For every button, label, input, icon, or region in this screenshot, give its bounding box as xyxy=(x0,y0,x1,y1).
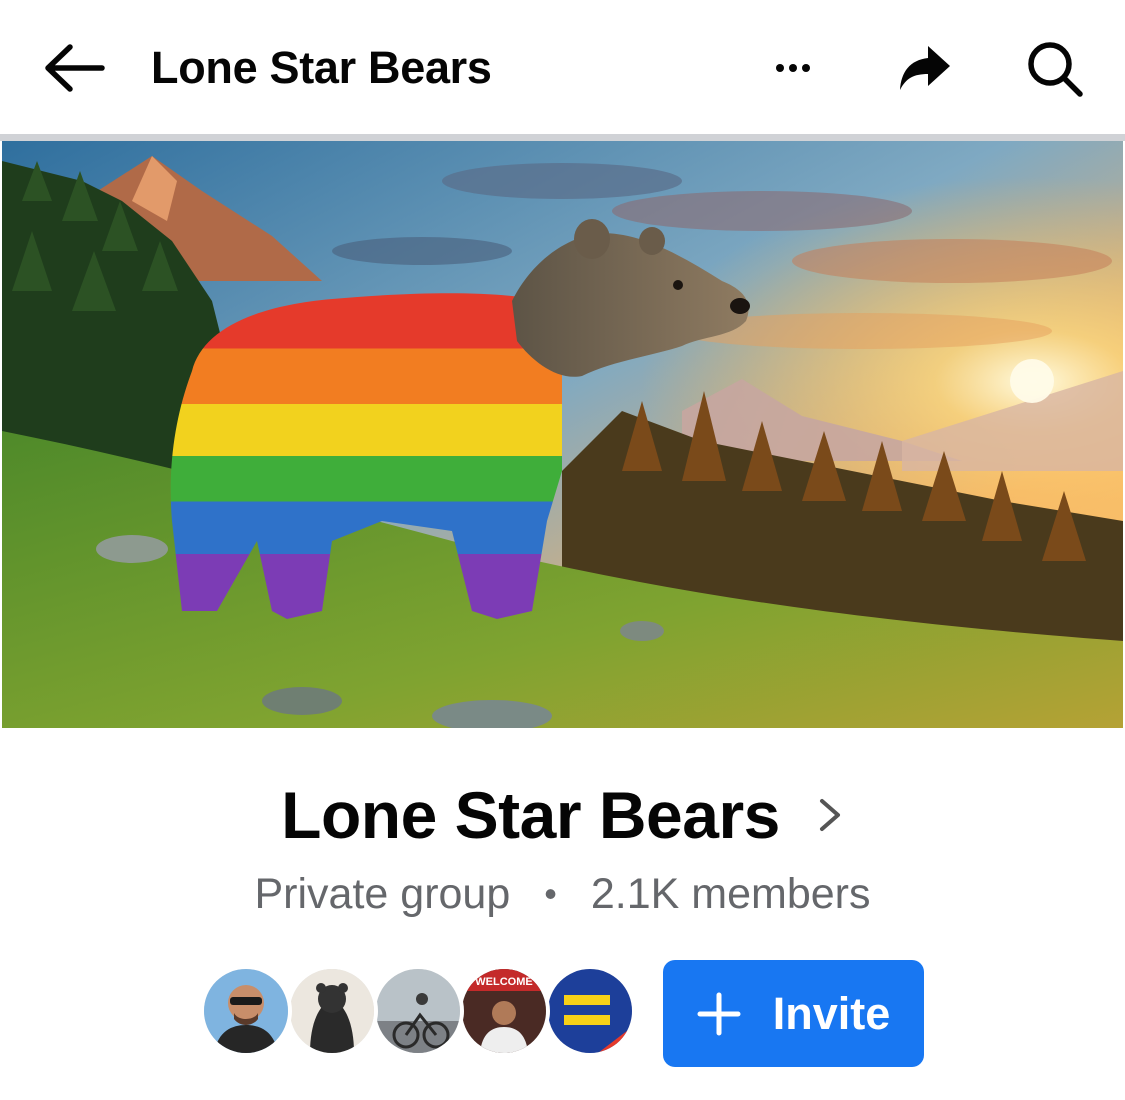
member-avatars[interactable]: WELCOME xyxy=(200,965,640,1061)
avatar-1-image xyxy=(204,969,288,1053)
member-avatar-1[interactable] xyxy=(200,965,292,1057)
avatar-3-image xyxy=(376,969,460,1053)
header-title: Lone Star Bears xyxy=(151,42,492,93)
chevron-right-icon xyxy=(819,799,840,831)
invite-button[interactable]: Invite xyxy=(663,960,924,1067)
cover-photo-image xyxy=(2,141,1123,728)
member-avatar-4[interactable]: WELCOME xyxy=(458,965,550,1057)
meta-separator: • xyxy=(544,873,557,914)
member-avatar-2[interactable] xyxy=(286,965,378,1057)
top-app-bar: Lone Star Bears xyxy=(0,0,1125,134)
plus-icon xyxy=(697,992,741,1035)
more-icon xyxy=(776,64,810,72)
invite-label: Invite xyxy=(772,987,891,1039)
back-arrow-icon xyxy=(45,44,105,92)
search-icon xyxy=(1028,42,1083,97)
group-name-link[interactable]: Lone Star Bears xyxy=(0,770,1125,860)
avatar-5-image xyxy=(548,969,632,1053)
group-privacy: Private group xyxy=(254,870,511,918)
back-button[interactable] xyxy=(40,40,106,96)
avatar-4-sign-text: WELCOME xyxy=(475,976,532,988)
cover-photo[interactable] xyxy=(2,141,1123,728)
share-icon xyxy=(900,46,950,90)
member-avatar-5[interactable] xyxy=(544,965,636,1057)
member-count[interactable]: 2.1K members xyxy=(591,870,871,918)
avatar-4-image: WELCOME xyxy=(462,969,546,1053)
more-options-button[interactable] xyxy=(770,48,816,88)
group-name: Lone Star Bears xyxy=(281,778,780,852)
header-divider xyxy=(0,134,1125,141)
group-meta: Private group • 2.1K members xyxy=(0,862,1125,926)
share-button[interactable] xyxy=(896,40,952,96)
avatar-2-image xyxy=(290,969,374,1053)
member-avatar-3[interactable] xyxy=(372,965,464,1057)
search-button[interactable] xyxy=(1024,38,1086,100)
